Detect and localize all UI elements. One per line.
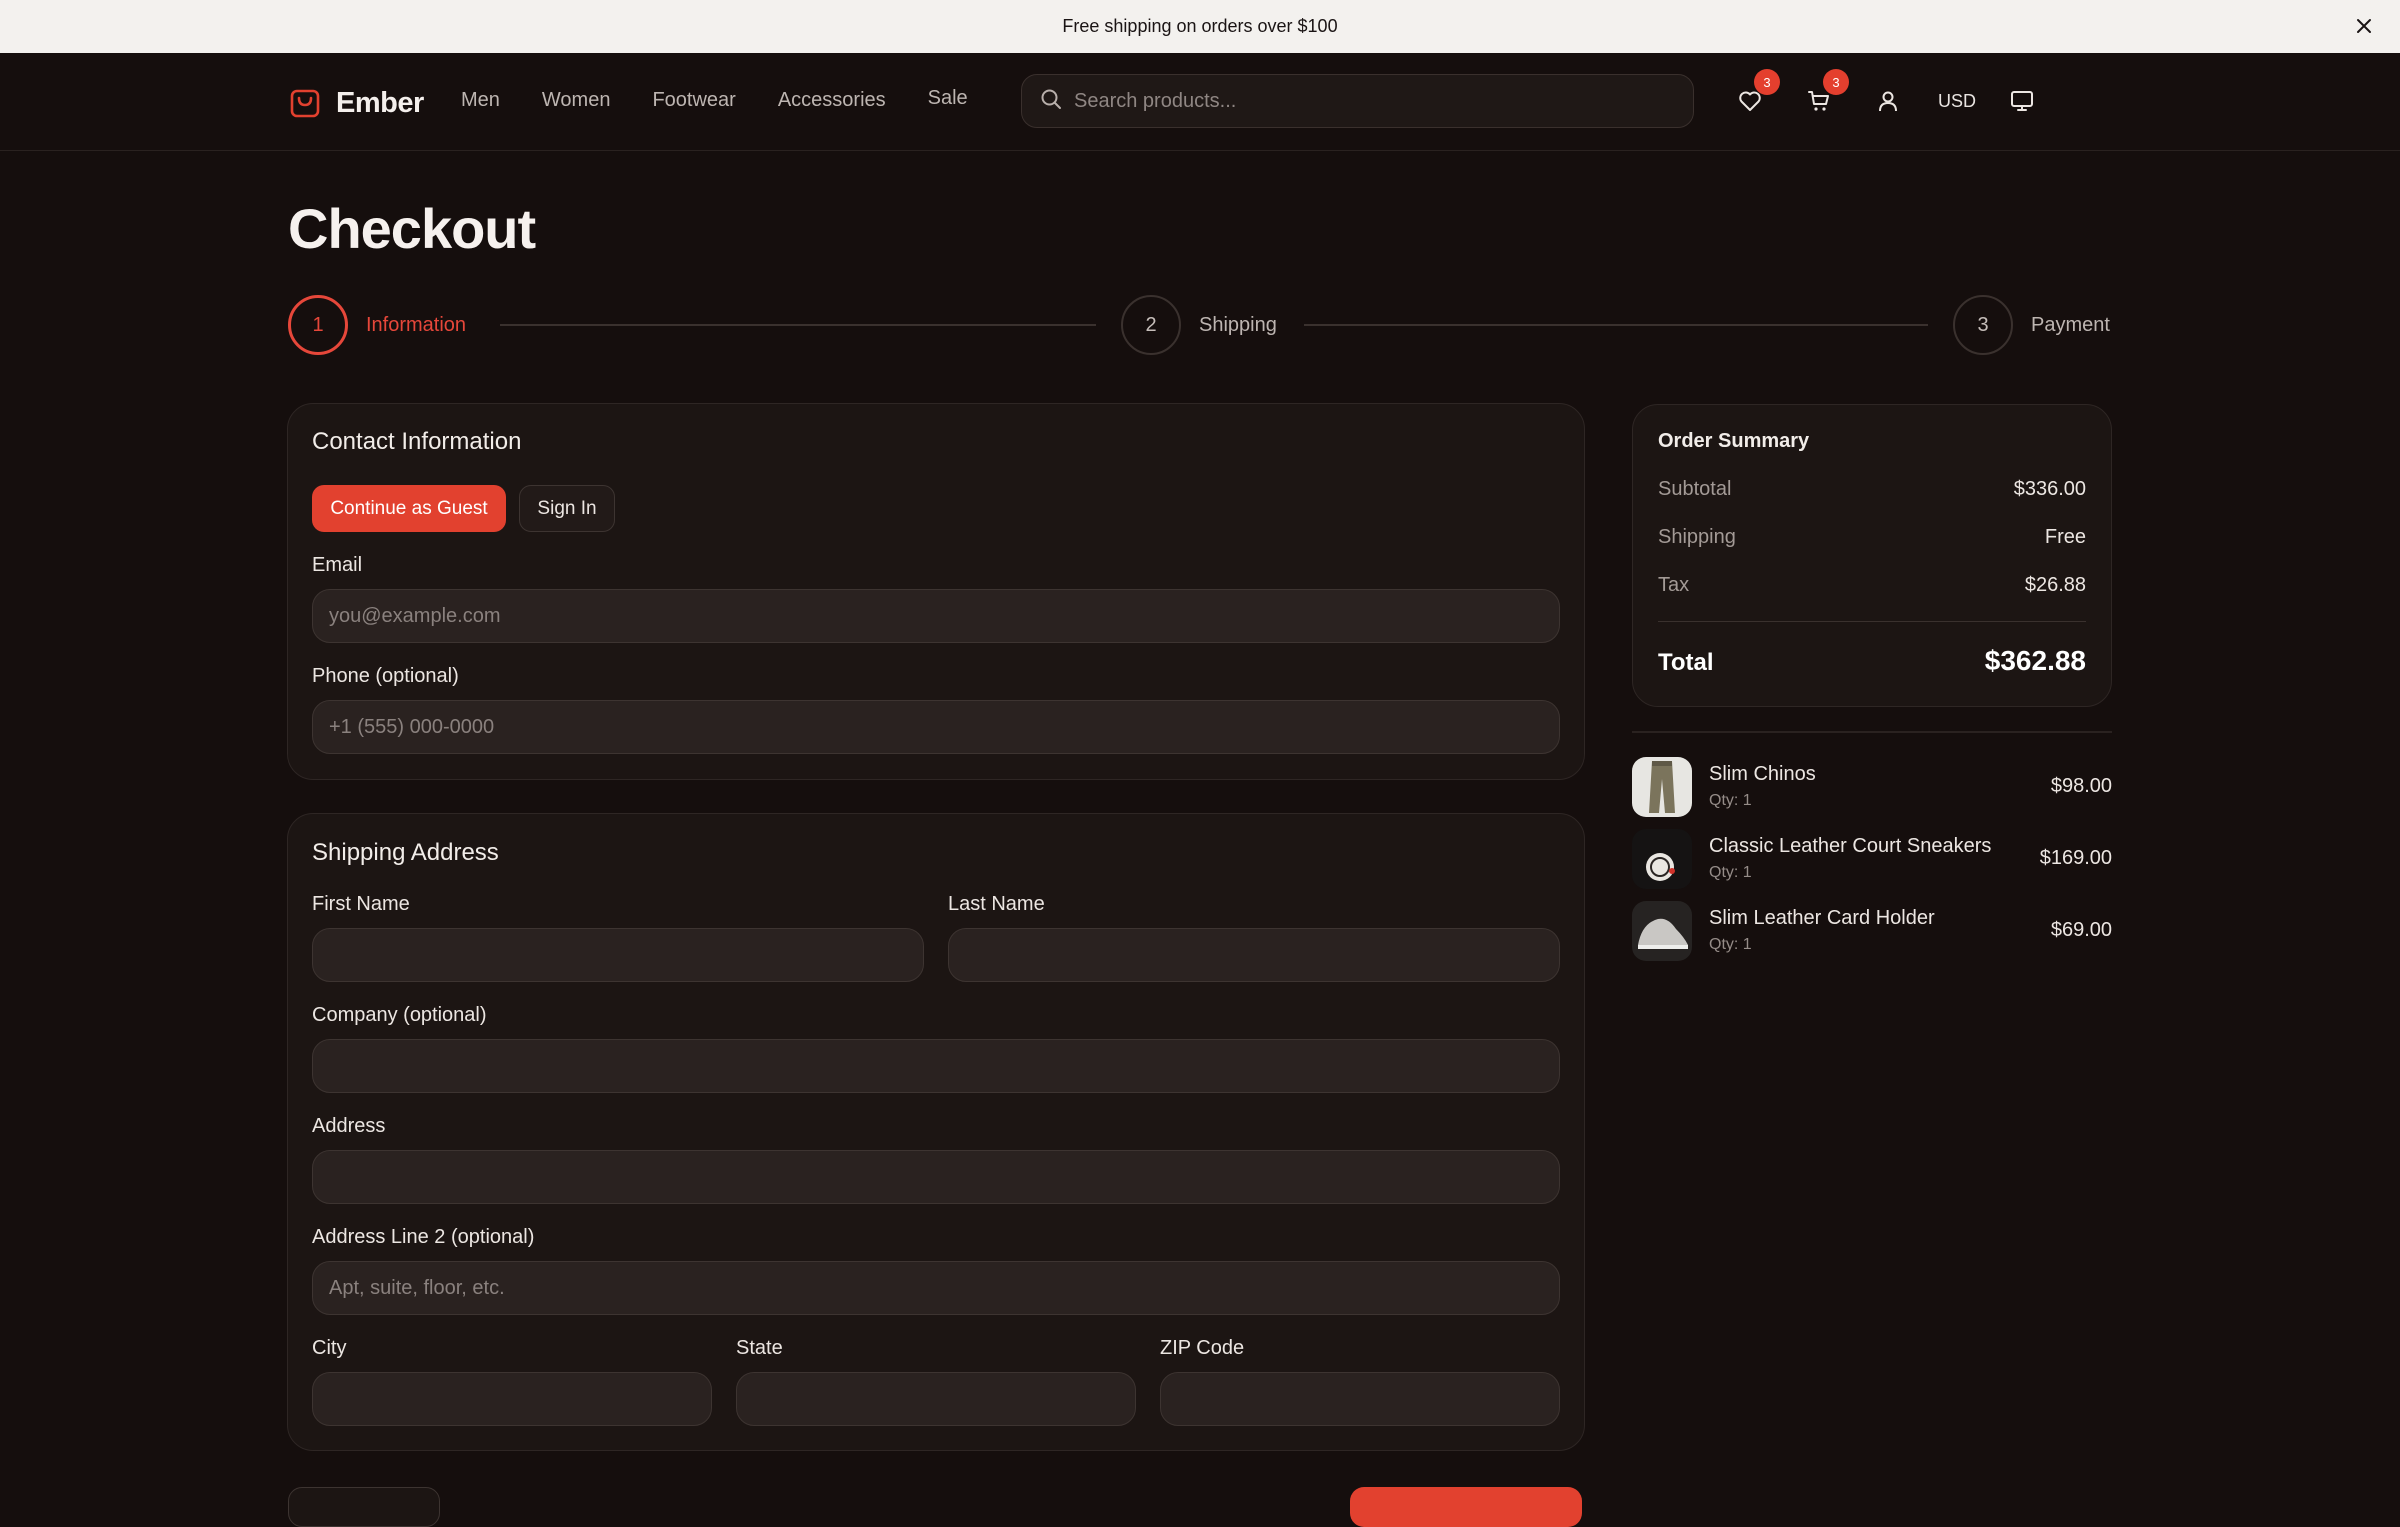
sign-in-button[interactable]: Sign In [519, 485, 615, 532]
cart-count-badge: 3 [1823, 69, 1849, 95]
summary-divider [1658, 621, 2086, 622]
cart-icon [1808, 91, 1829, 111]
company-label: Company (optional) [312, 1004, 487, 1026]
step-number: 2 [1121, 295, 1181, 355]
first-name-label: First Name [312, 893, 410, 915]
announcement-bar: Free shipping on orders over $100 [0, 0, 2400, 53]
account-button[interactable] [1872, 85, 1904, 117]
email-label: Email [312, 554, 363, 576]
state-field[interactable] [736, 1372, 1136, 1426]
product-thumbnail [1632, 901, 1692, 961]
step-number: 3 [1953, 295, 2013, 355]
first-name-field[interactable] [312, 928, 924, 982]
email-field[interactable] [312, 589, 1560, 643]
heart-icon [1739, 91, 1761, 111]
continue-button[interactable] [1350, 1487, 1582, 1527]
items-divider [1632, 731, 2112, 733]
cart-button[interactable]: 3 [1803, 69, 1849, 117]
logo[interactable]: Ember [288, 83, 424, 123]
shopping-bag-icon [288, 86, 322, 120]
continue-as-guest-button[interactable]: Continue as Guest [312, 485, 506, 532]
address-label: Address [312, 1115, 386, 1137]
shipping-cost-value: Free [2044, 526, 2086, 548]
tax-value: $26.88 [2024, 574, 2086, 596]
monitor-icon [2011, 91, 2033, 111]
nav-item-footwear[interactable]: Footwear [652, 89, 735, 112]
brand-name: Ember [336, 86, 424, 119]
step-information[interactable]: 1 Information [288, 295, 466, 355]
tax-row: Tax $26.88 [1658, 574, 2086, 597]
shipping-section-title: Shipping Address [312, 839, 499, 866]
wishlist-button[interactable]: 3 [1734, 69, 1780, 117]
site-header: Ember Men Women Footwear Accessories Sal… [0, 53, 2400, 151]
item-price: $69.00 [2050, 919, 2112, 941]
nav-item-accessories[interactable]: Accessories [778, 89, 886, 112]
subtotal-value: $336.00 [2013, 478, 2086, 500]
step-label: Payment [2031, 313, 2110, 336]
item-quantity: Qty: 1 [1709, 864, 1752, 881]
nav-item-men[interactable]: Men [461, 89, 500, 112]
item-price: $98.00 [2050, 775, 2112, 797]
search-input[interactable] [1074, 89, 1674, 113]
item-quantity: Qty: 1 [1709, 936, 1752, 953]
zip-code-field[interactable] [1160, 1372, 1560, 1426]
step-payment[interactable]: 3 Payment [1953, 295, 2110, 355]
close-icon[interactable] [2352, 14, 2376, 38]
address-line-2-label: Address Line 2 (optional) [312, 1226, 535, 1248]
step-label: Information [366, 313, 467, 336]
main-nav: Men Women Footwear Accessories Sale [461, 87, 1010, 112]
phone-field[interactable] [312, 700, 1560, 754]
order-item[interactable]: Slim Chinos Qty: 1 $98.00 [1632, 757, 2112, 819]
order-summary-title: Order Summary [1658, 430, 1810, 452]
state-label: State [736, 1337, 783, 1359]
subtotal-label: Subtotal [1658, 478, 1732, 500]
order-item[interactable]: Classic Leather Court Sneakers Qty: 1 $1… [1632, 829, 2112, 891]
city-field[interactable] [312, 1372, 712, 1426]
nav-item-sale[interactable]: Sale [928, 87, 968, 110]
contact-section-title: Contact Information [312, 428, 522, 455]
step-number: 1 [288, 295, 348, 355]
item-price: $169.00 [2039, 847, 2112, 869]
search-bar [1021, 74, 1694, 128]
total-value: $362.88 [1984, 645, 2086, 676]
order-item[interactable]: Slim Leather Card Holder Qty: 1 $69.00 [1632, 901, 2112, 963]
display-settings-button[interactable] [2006, 85, 2038, 117]
step-shipping[interactable]: 2 Shipping [1121, 295, 1277, 355]
currency-selector[interactable]: USD [1938, 91, 1976, 112]
last-name-label: Last Name [948, 893, 1045, 915]
wishlist-count-badge: 3 [1754, 69, 1780, 95]
page-title: Checkout [288, 197, 536, 260]
subtotal-row: Subtotal $336.00 [1658, 478, 2086, 501]
back-button[interactable] [288, 1487, 440, 1527]
announcement-text: Free shipping on orders over $100 [1062, 16, 1338, 36]
user-icon [1879, 91, 1897, 112]
company-field[interactable] [312, 1039, 1560, 1093]
shipping-cost-label: Shipping [1658, 526, 1736, 548]
item-name: Slim Leather Card Holder [1709, 907, 1935, 929]
zip-code-label: ZIP Code [1160, 1337, 1245, 1359]
tax-label: Tax [1658, 574, 1690, 596]
shipping-address-card [287, 813, 1585, 1451]
total-label: Total [1658, 649, 1714, 676]
nav-item-women[interactable]: Women [542, 89, 611, 112]
total-row: Total $362.88 [1658, 645, 2086, 677]
item-quantity: Qty: 1 [1709, 792, 1752, 809]
product-thumbnail [1632, 829, 1692, 889]
last-name-field[interactable] [948, 928, 1560, 982]
search-icon [1040, 88, 1062, 115]
item-name: Slim Chinos [1709, 763, 1816, 785]
item-name: Classic Leather Court Sneakers [1709, 835, 1992, 857]
step-label: Shipping [1199, 313, 1277, 336]
shipping-row: Shipping Free [1658, 526, 2086, 549]
step-connector [1304, 324, 1928, 326]
product-thumbnail [1632, 757, 1692, 817]
address-line-2-field[interactable] [312, 1261, 1560, 1315]
phone-label: Phone (optional) [312, 665, 459, 687]
step-connector [500, 324, 1096, 326]
address-field[interactable] [312, 1150, 1560, 1204]
city-label: City [312, 1337, 347, 1359]
